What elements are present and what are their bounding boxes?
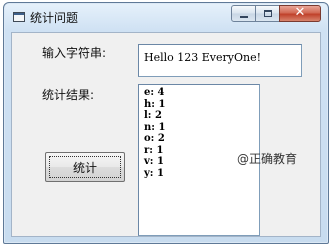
result-line: h: 1 (144, 98, 166, 110)
close-icon: ✕ (294, 5, 306, 20)
input-label: 输入字符串: (42, 46, 107, 60)
result-line: l: 2 (144, 110, 162, 121)
maximize-button[interactable] (255, 5, 280, 22)
count-button-label: 统计 (72, 160, 97, 175)
close-button[interactable]: ✕ (279, 5, 321, 22)
minimize-icon (240, 16, 248, 18)
string-input[interactable]: Hello 123 EveryOne! (138, 44, 302, 77)
result-label: 统计结果: (42, 88, 95, 102)
app-window-icon[interactable] (13, 12, 25, 22)
caption-buttons: ✕ (231, 5, 321, 23)
count-button[interactable]: 统计 (45, 152, 125, 182)
result-line: e: 4 (144, 87, 165, 98)
title-bar[interactable]: 统计问题 ✕ (4, 3, 328, 32)
result-line: y: 1 (144, 167, 164, 179)
maximize-icon (264, 10, 272, 17)
result-line: n: 1 (144, 121, 166, 133)
minimize-button[interactable] (231, 5, 256, 22)
result-line: o: 2 (144, 133, 165, 144)
watermark-text: @正确教育 (237, 152, 298, 166)
window-title: 统计问题 (30, 11, 79, 25)
app-window: 统计问题 ✕ 输入字符串: Hello 123 EveryOne! 统计结果: … (3, 2, 329, 244)
client-area: 输入字符串: Hello 123 EveryOne! 统计结果: e: 4 h:… (11, 32, 321, 237)
